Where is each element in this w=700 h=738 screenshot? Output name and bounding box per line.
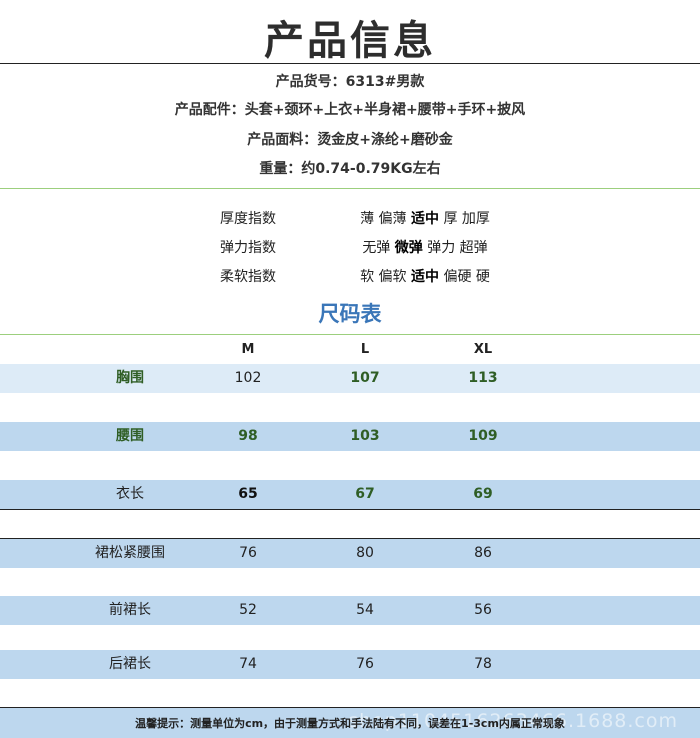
column-header-l: L: [360, 342, 370, 357]
section-divider: [0, 509, 700, 510]
product-code: 产品货号：6313#男款: [275, 74, 425, 90]
table-row: 裙松紧腰围 76 80 86: [0, 538, 700, 568]
table-cell: 52: [239, 602, 257, 618]
index-option: 偏软: [378, 269, 407, 285]
thickness-index-options: 薄 偏薄 适中 厚 加厚: [340, 208, 510, 228]
table-cell: 98: [238, 428, 258, 444]
thickness-index-label: 厚度指数: [220, 211, 276, 227]
row-label: 腰围: [116, 428, 144, 444]
table-cell: 76: [356, 656, 374, 672]
product-fabric: 产品面料：烫金皮+涤纶+磨砂金: [247, 132, 453, 148]
product-weight: 重量：约0.74-0.79KG左右: [259, 161, 441, 177]
column-header-m: M: [241, 342, 255, 357]
row-label: 裙松紧腰围: [95, 545, 165, 561]
table-cell: 109: [468, 428, 498, 444]
footer-note-bar: shop1104516263466.1688.com 温馨提示：测量单位为cm，…: [0, 707, 700, 738]
index-option: 薄: [360, 211, 375, 227]
index-option: 弹力: [427, 240, 456, 256]
elasticity-index-label: 弹力指数: [220, 240, 276, 256]
row-label: 前裙长: [109, 602, 151, 618]
index-option-selected: 适中: [411, 211, 439, 227]
title-divider: [0, 63, 700, 64]
table-cell: 67: [355, 486, 375, 502]
table-cell: 86: [474, 545, 492, 561]
size-table-title: 尺码表: [318, 302, 382, 326]
index-option: 软: [360, 269, 375, 285]
table-cell: 107: [350, 370, 380, 386]
table-cell: 65: [238, 486, 258, 502]
product-accessories: 产品配件：头套+颈环+上衣+半身裙+腰带+手环+披风: [174, 102, 526, 118]
size-table-header: M L XL: [0, 335, 700, 364]
footer-note: 温馨提示：测量单位为cm，由于测量方式和手法陆有不同，误差在1-3cm内属正常现…: [135, 717, 565, 730]
table-cell: 56: [474, 602, 492, 618]
column-header-xl: XL: [473, 342, 493, 357]
table-cell: 113: [468, 370, 498, 386]
table-row: 腰围 98 103 109: [0, 422, 700, 451]
index-option-selected: 适中: [411, 269, 439, 285]
row-label: 胸围: [116, 370, 144, 386]
table-cell: 78: [474, 656, 492, 672]
table-cell: 69: [473, 486, 493, 502]
table-row: 胸围 102 107 113: [0, 364, 700, 393]
table-row: 衣长 65 67 69: [0, 480, 700, 509]
softness-index-label: 柔软指数: [220, 269, 276, 285]
row-label: 衣长: [116, 486, 144, 502]
index-option-selected: 微弹: [394, 240, 423, 256]
index-option: 偏硬: [443, 269, 472, 285]
table-cell: 103: [350, 428, 380, 444]
index-option: 偏薄: [378, 211, 407, 227]
index-option: 超弹: [459, 240, 488, 256]
table-cell: 102: [234, 370, 262, 386]
table-row: 后裙长 74 76 78: [0, 650, 700, 679]
page-title: 产品信息: [264, 18, 436, 64]
table-row: 前裙长 52 54 56: [0, 596, 700, 625]
softness-index-options: 软 偏软 适中 偏硬 硬: [340, 266, 510, 286]
index-option: 厚: [443, 211, 458, 227]
index-option: 加厚: [461, 211, 490, 227]
table-cell: 54: [356, 602, 374, 618]
table-cell: 74: [239, 656, 257, 672]
info-divider: [0, 188, 700, 189]
index-option: 无弹: [362, 240, 391, 256]
table-cell: 80: [356, 545, 374, 561]
elasticity-index-options: 无弹 微弹 弹力 超弹: [340, 237, 510, 257]
row-label: 后裙长: [109, 656, 151, 672]
index-option: 硬: [475, 269, 490, 285]
table-cell: 76: [239, 545, 257, 561]
